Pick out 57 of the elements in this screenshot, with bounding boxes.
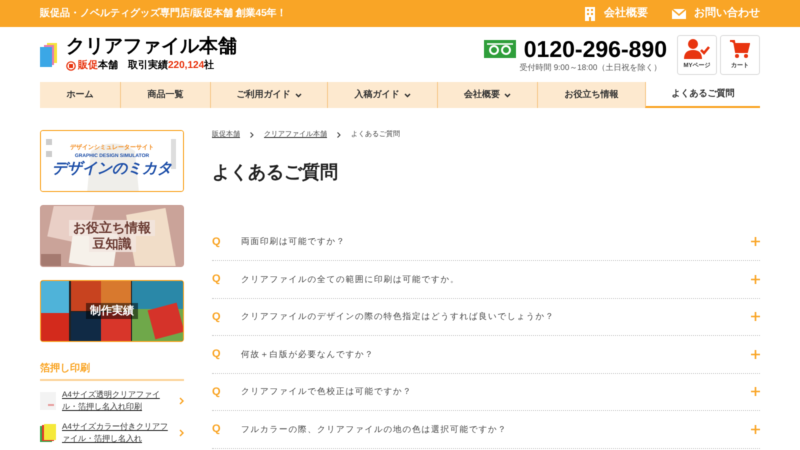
chevron-right-icon bbox=[179, 397, 184, 405]
business-hours: 受付時間 9:00～18:00（土日祝を除く） bbox=[519, 62, 662, 74]
phone-number: 0120-296-890 bbox=[524, 36, 667, 62]
faq-item[interactable]: Q クリアファイルの全ての範囲に印刷は可能ですか。 bbox=[212, 261, 760, 298]
faq-question: クリアファイルで色校正は可能ですか？ bbox=[241, 385, 413, 398]
banner-text: 制作実績 bbox=[86, 302, 138, 320]
section-heading: 箔押し印刷 bbox=[40, 361, 184, 381]
banner[interactable]: お役立ち情報 豆知識 bbox=[40, 205, 184, 267]
faq-question: 両面印刷は可能ですか？ bbox=[241, 235, 346, 248]
banner-text: お役立ち情報 bbox=[69, 220, 155, 236]
tagline: 販促品・ノベルティグッズ専門店/販促本舗 創業45年！ bbox=[40, 6, 287, 21]
faq-item[interactable]: Q 何故＋白版が必要なんですか？ bbox=[212, 336, 760, 374]
seal-icon bbox=[66, 60, 76, 70]
q-marker: Q bbox=[212, 347, 222, 362]
plus-icon bbox=[751, 237, 760, 246]
freedial-icon bbox=[484, 40, 516, 58]
nav-item[interactable]: ホーム bbox=[40, 82, 120, 108]
q-marker: Q bbox=[212, 422, 222, 437]
q-marker: Q bbox=[212, 234, 222, 250]
page-title: よくあるご質問 bbox=[212, 160, 339, 184]
nav-item[interactable]: 入稿ガイド bbox=[327, 82, 437, 108]
logo-icon bbox=[40, 42, 58, 66]
faq-question: クリアファイルのデザインの際の特色指定はどうすれば良いでしょうか？ bbox=[241, 310, 556, 324]
cart-icon bbox=[730, 38, 750, 58]
chevron-right-icon bbox=[337, 132, 341, 138]
q-marker: Q bbox=[212, 272, 222, 287]
faq-item[interactable]: Q フルカラーの際、クリアファイルの地の色は選択可能ですか？ bbox=[212, 411, 760, 448]
mail-icon bbox=[672, 8, 686, 18]
chevron-right-icon bbox=[250, 132, 254, 138]
product-link[interactable]: A4サイズカラー付きクリアファイル・箔押し名入れ bbox=[62, 421, 173, 445]
nav-item[interactable]: 会社概要 bbox=[437, 82, 537, 108]
plus-icon bbox=[751, 424, 760, 434]
faq-item[interactable]: Q クリアファイルで色校正は可能ですか？ bbox=[212, 374, 760, 411]
banner-text: デザインのミカタ bbox=[52, 160, 172, 178]
plus-icon bbox=[751, 387, 760, 396]
transaction-record: 取引実績220,124社 bbox=[128, 58, 214, 73]
faq-item[interactable]: Q 両面印刷は可能ですか？ bbox=[212, 224, 760, 261]
plus-icon bbox=[751, 274, 760, 284]
product-link[interactable]: A4サイズ透明クリアファイル・箔押し名入れ印刷 bbox=[62, 389, 173, 413]
nav-item[interactable]: よくあるご質問 bbox=[645, 82, 760, 108]
faq-item[interactable]: Q クリアファイルのデザインの際の特色指定はどうすれば良いでしょうか？ bbox=[212, 298, 760, 336]
banner-text: 豆知識 bbox=[88, 236, 136, 252]
building-icon bbox=[584, 6, 596, 20]
chevron-right-icon bbox=[179, 429, 184, 437]
plus-icon bbox=[751, 350, 760, 359]
nav-item[interactable]: ご利用ガイド bbox=[210, 82, 327, 108]
brand-name: 販促本舗 bbox=[78, 58, 118, 73]
site-title: クリアファイル本舗 bbox=[66, 36, 237, 58]
faq-question: 何故＋白版が必要なんですか？ bbox=[241, 348, 375, 361]
nav-item[interactable]: 商品一覧 bbox=[120, 82, 210, 108]
user-check-icon bbox=[684, 38, 710, 58]
faq-question: フルカラーの際、クリアファイルの地の色は選択可能ですか？ bbox=[241, 422, 508, 436]
faq-question: クリアファイルの全ての範囲に印刷は可能ですか。 bbox=[241, 272, 460, 286]
q-marker: Q bbox=[212, 310, 222, 324]
plus-icon bbox=[751, 312, 760, 322]
q-marker: Q bbox=[212, 384, 222, 400]
banner[interactable]: 制作実績 bbox=[40, 280, 184, 342]
